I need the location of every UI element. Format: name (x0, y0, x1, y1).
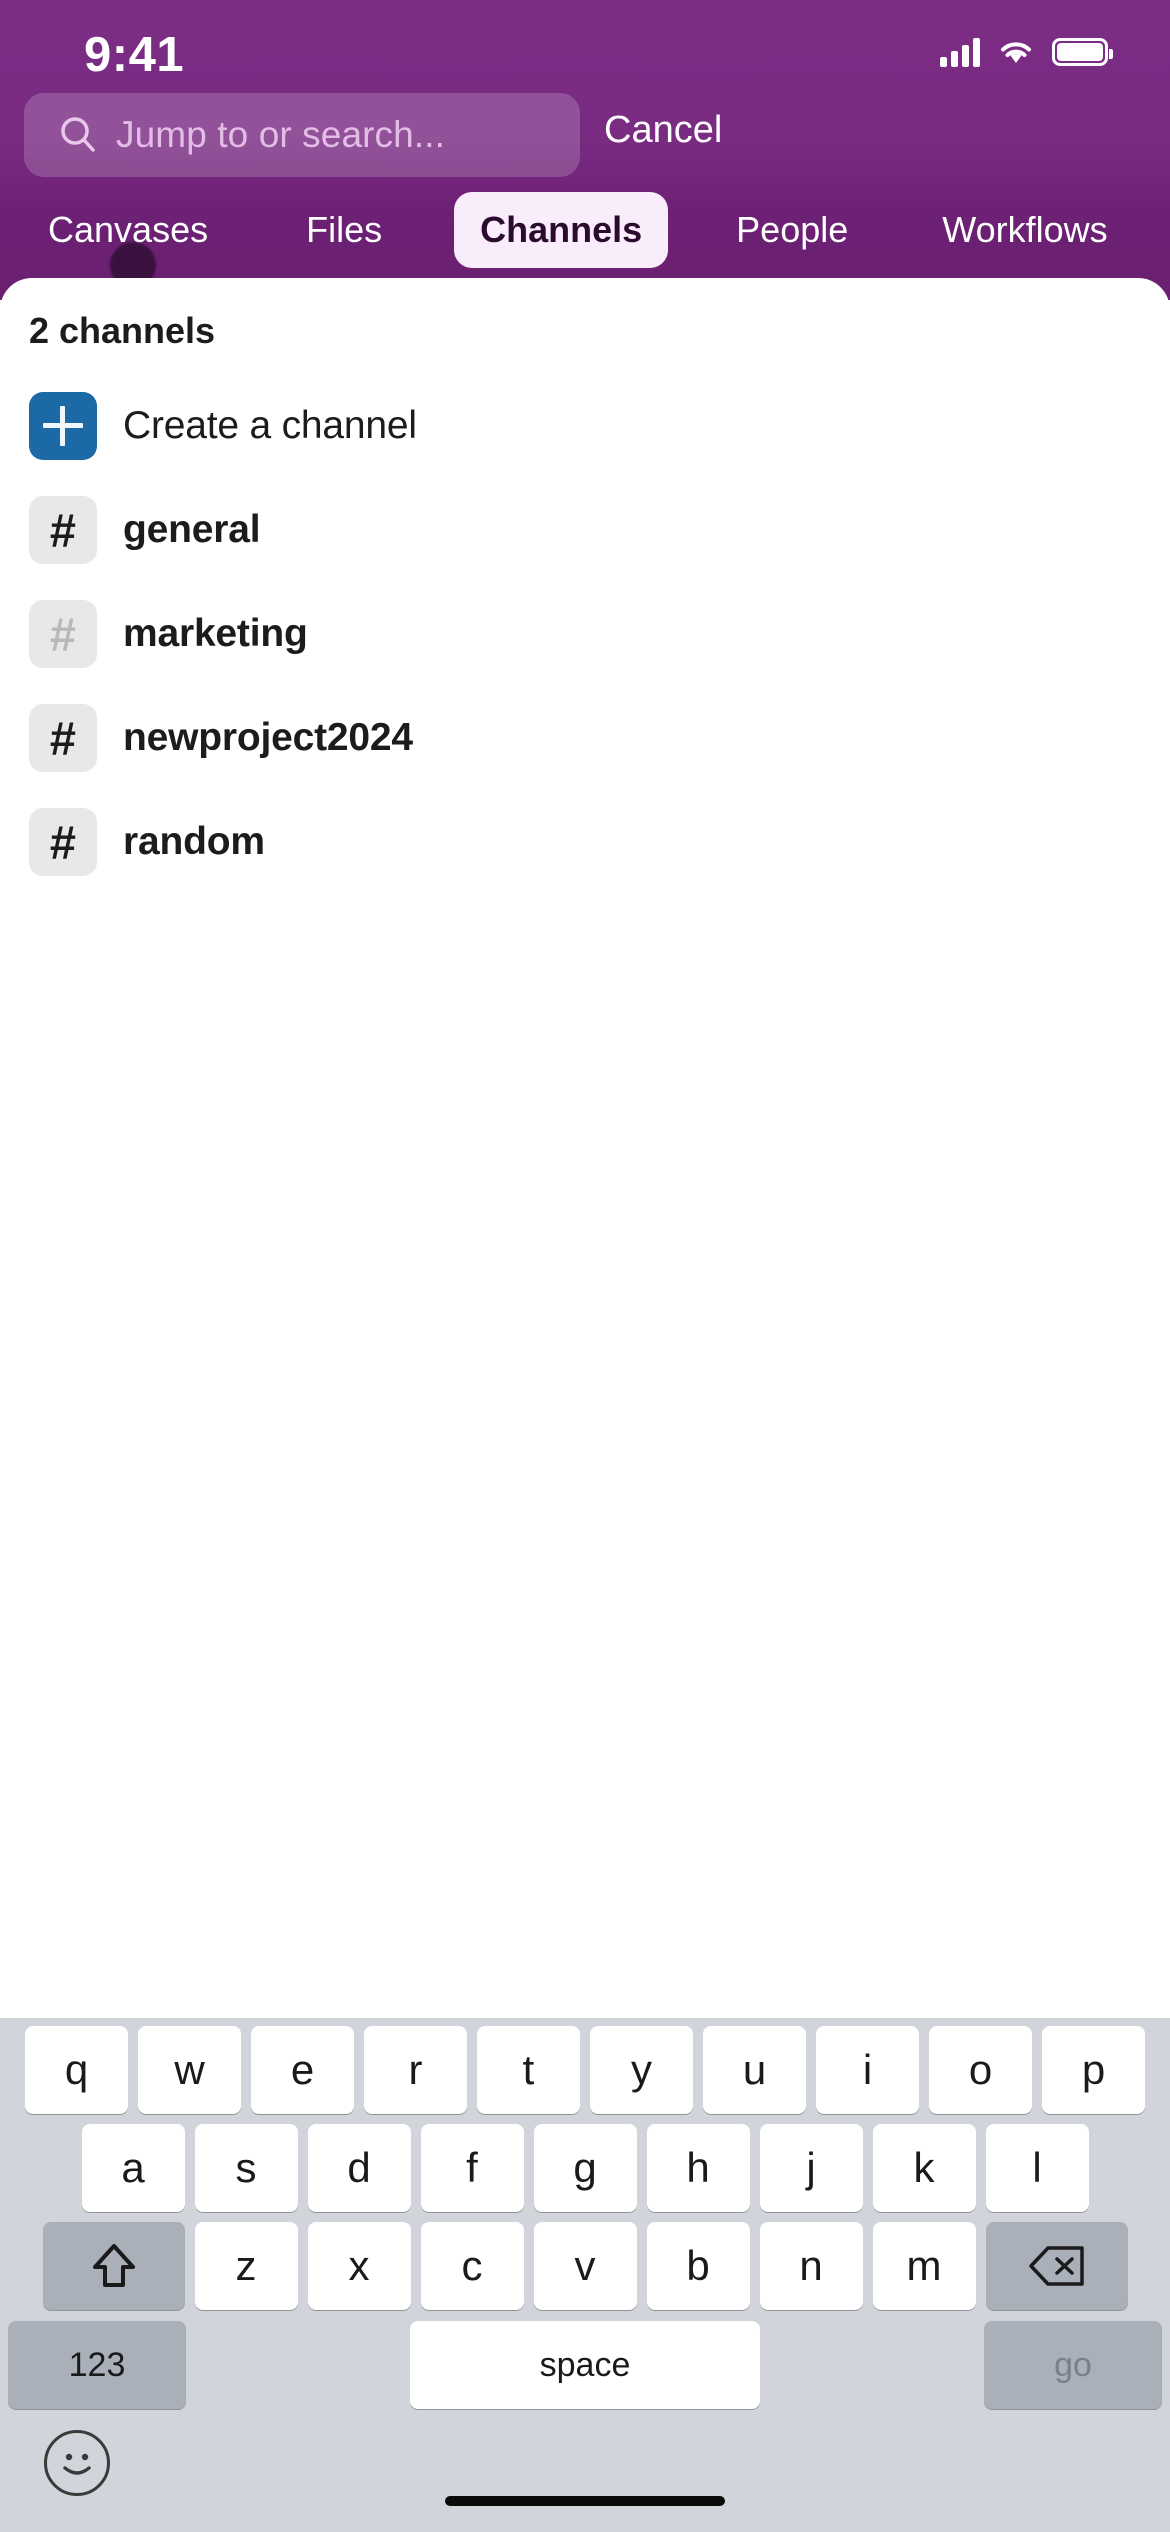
key-k[interactable]: k (872, 2124, 976, 2212)
search-input[interactable]: Jump to or search... (24, 93, 580, 177)
key-l[interactable]: l (985, 2124, 1089, 2212)
keyboard-row-3: z x c v b n m (0, 2214, 1170, 2312)
home-indicator (445, 2496, 725, 2506)
key-w[interactable]: w (138, 2026, 241, 2114)
search-filter-tabs[interactable]: Canvases Files Channels People Workflows (0, 192, 1170, 268)
key-s[interactable]: s (194, 2124, 298, 2212)
emoji-icon[interactable] (44, 2430, 110, 2496)
key-u[interactable]: u (703, 2026, 806, 2114)
shift-key[interactable] (42, 2222, 185, 2310)
results-count-label: 2 channels (29, 310, 216, 351)
list-item-label: random (123, 820, 265, 863)
status-bar: 9:41 (0, 0, 1170, 95)
search-placeholder-text: Jump to or search... (116, 114, 445, 155)
key-j[interactable]: j (759, 2124, 863, 2212)
key-t[interactable]: t (477, 2026, 580, 2114)
list-item-channel-random[interactable]: # random (0, 790, 1170, 894)
list-item-label: marketing (123, 612, 308, 655)
key-d[interactable]: d (307, 2124, 411, 2212)
backspace-key[interactable] (985, 2222, 1128, 2310)
key-r[interactable]: r (364, 2026, 467, 2114)
hash-icon: # (29, 704, 97, 772)
tab-people[interactable]: People (710, 192, 874, 268)
status-bar-indicators (940, 32, 1113, 72)
numbers-key[interactable]: 123 (8, 2321, 186, 2409)
key-z[interactable]: z (194, 2222, 298, 2310)
purple-header: 9:41 Jump to or search... Cancel Canvase… (0, 0, 1170, 300)
key-q[interactable]: q (25, 2026, 128, 2114)
status-bar-clock: 9:41 (84, 28, 185, 82)
key-v[interactable]: v (533, 2222, 637, 2310)
cancel-button[interactable]: Cancel (604, 109, 722, 152)
list-item-label: newproject2024 (123, 716, 413, 759)
battery-icon (1052, 38, 1113, 66)
key-g[interactable]: g (533, 2124, 637, 2212)
on-screen-keyboard[interactable]: q w e r t y u i o p a s d f g h j k l z … (0, 2018, 1170, 2532)
key-e[interactable]: e (251, 2026, 354, 2114)
key-i[interactable]: i (816, 2026, 919, 2114)
cellular-signal-icon (940, 37, 980, 67)
channel-results-list: Create a channel # general # marketing #… (0, 374, 1170, 894)
go-key[interactable]: go (984, 2321, 1162, 2409)
key-y[interactable]: y (590, 2026, 693, 2114)
key-o[interactable]: o (929, 2026, 1032, 2114)
plus-icon (29, 392, 97, 460)
key-f[interactable]: f (420, 2124, 524, 2212)
list-item-label: general (123, 508, 261, 551)
list-item-channel-marketing[interactable]: # marketing (0, 582, 1170, 686)
keyboard-row-2: a s d f g h j k l (0, 2116, 1170, 2214)
wifi-icon (997, 37, 1035, 67)
search-bar-row: Jump to or search... Cancel (0, 93, 1170, 179)
search-icon (56, 113, 100, 157)
search-results-sheet: 2 channels Create a channel # general # … (0, 278, 1170, 1018)
list-item-channel-newproject2024[interactable]: # newproject2024 (0, 686, 1170, 790)
list-item-create-channel[interactable]: Create a channel (0, 374, 1170, 478)
key-c[interactable]: c (420, 2222, 524, 2310)
keyboard-row-1: q w e r t y u i o p (0, 2018, 1170, 2116)
key-a[interactable]: a (81, 2124, 185, 2212)
keyboard-row-4: 123 space go (0, 2312, 1170, 2412)
list-item-channel-general[interactable]: # general (0, 478, 1170, 582)
hash-icon: # (29, 808, 97, 876)
tab-files[interactable]: Files (280, 192, 408, 268)
tab-channels[interactable]: Channels (454, 192, 669, 268)
key-m[interactable]: m (872, 2222, 976, 2310)
key-x[interactable]: x (307, 2222, 411, 2310)
key-p[interactable]: p (1042, 2026, 1145, 2114)
tab-workflows[interactable]: Workflows (916, 192, 1133, 268)
key-n[interactable]: n (759, 2222, 863, 2310)
keyboard-bottom-row (0, 2412, 1170, 2532)
key-h[interactable]: h (646, 2124, 750, 2212)
key-b[interactable]: b (646, 2222, 750, 2310)
hash-icon: # (29, 496, 97, 564)
hash-icon: # (29, 600, 97, 668)
list-item-label: Create a channel (123, 404, 417, 447)
space-key[interactable]: space (410, 2321, 760, 2409)
